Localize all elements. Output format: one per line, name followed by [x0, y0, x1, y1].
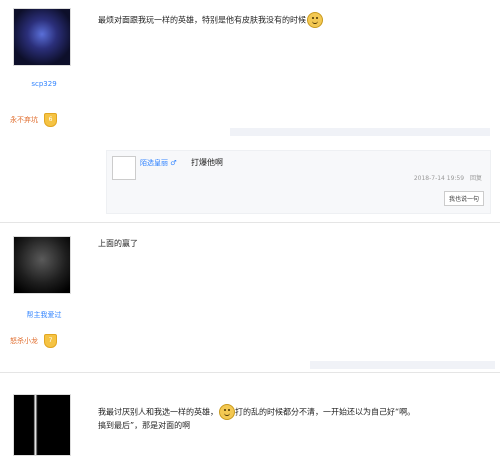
level-name: 怒杀小龙: [10, 337, 38, 345]
post-text: 我最讨厌别人和我选一样的英雄，: [98, 407, 218, 417]
post-content: 搞到最后”，那是对面的啊: [98, 421, 191, 430]
reply-link[interactable]: 回复: [470, 175, 482, 182]
reply-timestamp: 2018-7-14 19:59: [413, 175, 465, 182]
avatar[interactable]: [13, 394, 71, 456]
post-text: 最烦对面跟我玩一样的英雄，特别是他有皮肤我没有的时候: [98, 15, 306, 25]
divider: [0, 222, 500, 223]
emoji-icon: [307, 12, 323, 28]
reply-meta: 2018-7-14 19:59 回复: [414, 173, 482, 182]
post-content: 上面的赢了: [98, 239, 138, 248]
emoji-icon: [219, 404, 235, 420]
post-content: 最烦对面跟我玩一样的英雄，特别是他有皮肤我没有的时候: [98, 12, 323, 28]
reply-text: 打爆他啊: [191, 158, 223, 167]
username[interactable]: scp329: [0, 80, 88, 88]
post-content: 我最讨厌别人和我选一样的英雄， 打的乱的时候都分不清，一开始还以为自己好“啊。: [98, 404, 415, 420]
divider: [0, 372, 500, 373]
reply-box: 陌选皇丽 ♂ 打爆他啊 2018-7-14 19:59 回复 我也说一句: [106, 150, 491, 214]
reply-username[interactable]: 陌选皇丽 ♂: [140, 158, 177, 168]
level-row: 永不弃坑 6: [10, 113, 57, 127]
level-name: 永不弃坑: [10, 116, 38, 124]
reply-avatar[interactable]: [112, 156, 136, 180]
level-badge: 7: [44, 334, 57, 348]
avatar[interactable]: [13, 236, 71, 294]
post-text: 打的乱的时候都分不清，一开始还以为自己好“啊。: [235, 407, 416, 417]
level-badge: 6: [44, 113, 57, 127]
level-row: 怒杀小龙 7: [10, 334, 57, 348]
divider: [230, 128, 490, 136]
username[interactable]: 帮主我爱过: [0, 310, 88, 320]
comment-button[interactable]: 我也说一句: [443, 191, 484, 206]
divider: [310, 361, 495, 369]
avatar[interactable]: [13, 8, 71, 66]
